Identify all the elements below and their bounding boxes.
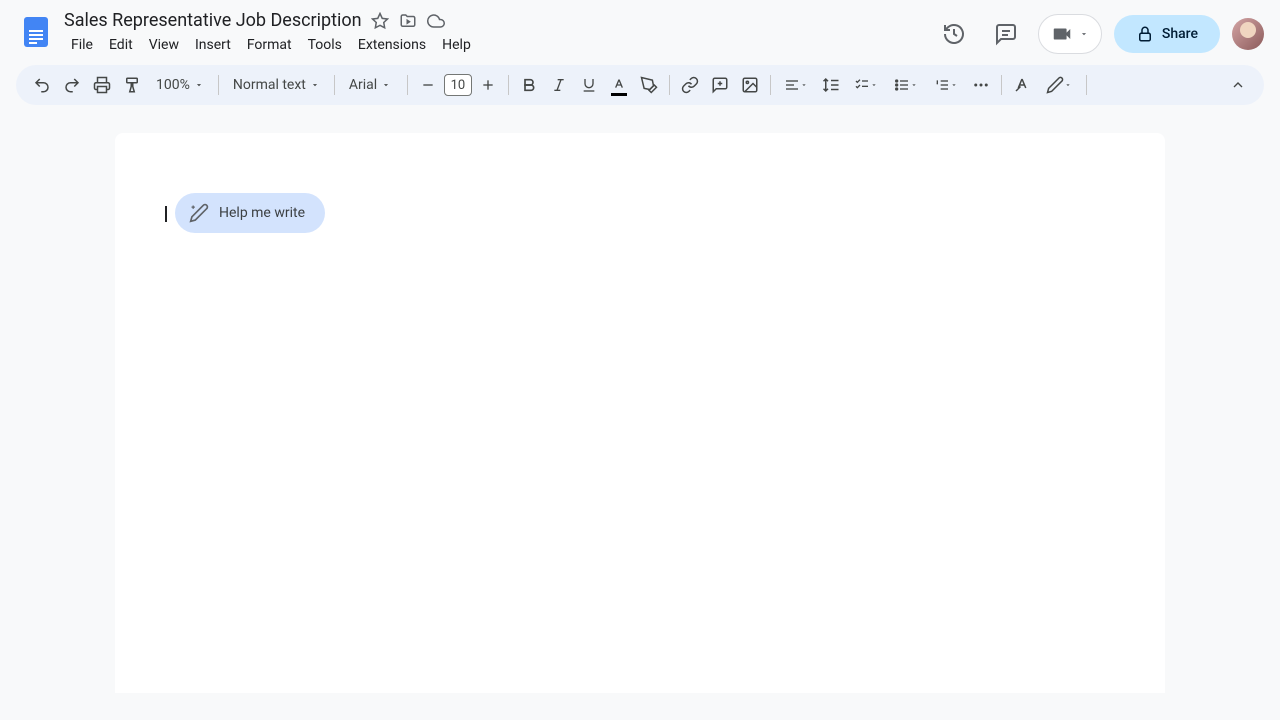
docs-logo[interactable] <box>16 12 56 52</box>
font-value: Arial <box>349 77 377 93</box>
chevron-down-icon <box>800 81 808 89</box>
bullet-list-button[interactable] <box>887 71 925 99</box>
video-call-button[interactable] <box>1038 14 1102 54</box>
underline-button[interactable] <box>575 71 603 99</box>
chevron-down-icon <box>194 80 204 90</box>
increase-font-button[interactable] <box>474 71 502 99</box>
separator <box>407 75 408 95</box>
document-page[interactable]: Help me write <box>115 133 1165 693</box>
move-folder-icon[interactable] <box>398 11 418 31</box>
separator <box>508 75 509 95</box>
toolbar: 100% Normal text Arial 10 <box>16 65 1264 105</box>
separator <box>669 75 670 95</box>
editing-mode-button[interactable] <box>1038 71 1080 99</box>
print-button[interactable] <box>88 71 116 99</box>
bold-button[interactable] <box>515 71 543 99</box>
chevron-down-icon <box>870 81 878 89</box>
menu-insert[interactable]: Insert <box>188 33 238 57</box>
lock-icon <box>1136 25 1154 43</box>
chevron-down-icon <box>1079 29 1089 39</box>
style-dropdown[interactable]: Normal text <box>225 73 328 97</box>
zoom-value: 100% <box>156 77 190 93</box>
title-area: Sales Representative Job Description Fil… <box>64 8 934 57</box>
zoom-dropdown[interactable]: 100% <box>148 73 212 97</box>
chevron-down-icon <box>1064 81 1072 89</box>
menu-extensions[interactable]: Extensions <box>351 33 433 57</box>
separator <box>1001 75 1002 95</box>
text-cursor <box>165 206 167 222</box>
cloud-saved-icon[interactable] <box>426 11 446 31</box>
paint-format-button[interactable] <box>118 71 146 99</box>
menu-view[interactable]: View <box>142 33 186 57</box>
menu-file[interactable]: File <box>64 33 100 57</box>
avatar[interactable] <box>1232 18 1264 50</box>
menu-bar: File Edit View Insert Format Tools Exten… <box>64 33 934 57</box>
style-value: Normal text <box>233 77 306 93</box>
undo-button[interactable] <box>28 71 56 99</box>
clear-formatting-button[interactable] <box>1008 71 1036 99</box>
redo-button[interactable] <box>58 71 86 99</box>
header: Sales Representative Job Description Fil… <box>0 0 1280 57</box>
separator <box>770 75 771 95</box>
insert-image-button[interactable] <box>736 71 764 99</box>
font-size-value: 10 <box>451 78 466 93</box>
text-color-swatch <box>611 93 627 96</box>
checklist-button[interactable] <box>847 71 885 99</box>
menu-help[interactable]: Help <box>435 33 478 57</box>
separator <box>218 75 219 95</box>
line-spacing-button[interactable] <box>817 71 845 99</box>
canvas-area: Help me write <box>0 113 1280 693</box>
chevron-down-icon <box>910 81 918 89</box>
header-right: Share <box>934 8 1264 54</box>
menu-edit[interactable]: Edit <box>102 33 140 57</box>
title-row: Sales Representative Job Description <box>64 10 934 31</box>
font-size-input[interactable]: 10 <box>444 74 472 96</box>
separator <box>334 75 335 95</box>
menu-format[interactable]: Format <box>240 33 299 57</box>
share-label: Share <box>1162 26 1198 42</box>
help-me-write-chip[interactable]: Help me write <box>175 193 325 233</box>
add-comment-button[interactable] <box>706 71 734 99</box>
separator <box>1086 75 1087 95</box>
star-icon[interactable] <box>370 11 390 31</box>
highlight-button[interactable] <box>635 71 663 99</box>
history-icon[interactable] <box>934 14 974 54</box>
decrease-font-button[interactable] <box>414 71 442 99</box>
chevron-down-icon <box>381 80 391 90</box>
font-dropdown[interactable]: Arial <box>341 73 401 97</box>
help-write-label: Help me write <box>219 205 305 221</box>
menu-tools[interactable]: Tools <box>301 33 349 57</box>
chevron-down-icon <box>310 80 320 90</box>
align-button[interactable] <box>777 71 815 99</box>
magic-pen-icon <box>189 203 209 223</box>
more-options-button[interactable] <box>967 71 995 99</box>
numbered-list-button[interactable] <box>927 71 965 99</box>
collapse-toolbar-button[interactable] <box>1224 71 1252 99</box>
chevron-down-icon <box>950 81 958 89</box>
comments-icon[interactable] <box>986 14 1026 54</box>
text-color-button[interactable] <box>605 71 633 99</box>
document-title[interactable]: Sales Representative Job Description <box>64 10 362 31</box>
italic-button[interactable] <box>545 71 573 99</box>
share-button[interactable]: Share <box>1114 15 1220 53</box>
link-button[interactable] <box>676 71 704 99</box>
